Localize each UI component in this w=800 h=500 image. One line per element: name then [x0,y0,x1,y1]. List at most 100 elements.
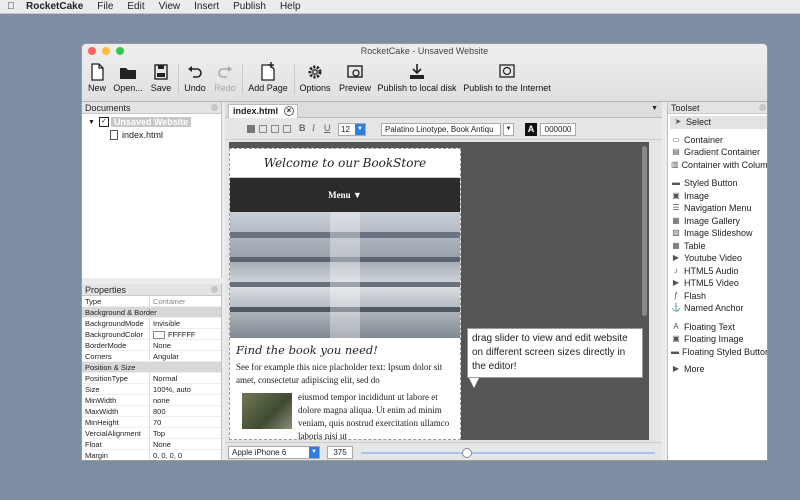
toolset-item-image-slideshow[interactable]: ▧ Image Slideshow [668,227,767,240]
slider-thumb[interactable] [461,448,472,458]
menu-insert[interactable]: Insert [187,1,226,12]
open-button[interactable]: Open... [113,61,143,99]
tab-menu-icon[interactable]: ▼ [651,105,658,112]
toolset-item-navigation-menu[interactable]: ☰ Navigation Menu [668,202,767,215]
menu-help[interactable]: Help [273,1,308,12]
align-left-icon[interactable] [247,125,255,133]
menu-edit[interactable]: Edit [120,1,151,12]
property-row[interactable]: Corners Angular [82,351,221,362]
property-row[interactable]: Size 100%, auto [82,384,221,395]
toolset-item-floating-text[interactable]: A Floating Text [668,321,767,334]
menu-app-name[interactable]: RocketCake [22,1,90,12]
toolset-item-table[interactable]: ▦ Table [668,240,767,253]
canvas-scrollbar[interactable] [642,146,647,316]
close-panel-icon[interactable] [211,104,218,111]
toolset-item-image-gallery[interactable]: ▦ Image Gallery [668,215,767,228]
toolset-more[interactable]: ▶ More [668,363,767,376]
font-size-select[interactable]: 12 ▼ [338,123,366,136]
font-family-select[interactable]: Palatino Linotype, Book Antiqu [381,123,501,136]
design-canvas[interactable]: Welcome to our BookStore Menu ▼ Find the… [229,142,649,440]
toolset-item-named-anchor[interactable]: ⚓ Named Anchor [668,302,767,315]
color-hex-input[interactable]: 000000 [540,123,576,136]
save-button[interactable]: Save [148,61,174,99]
width-slider[interactable] [361,448,655,458]
toolset-item-floating-styled-button[interactable]: ▬ Floating Styled Button [668,346,767,359]
property-row[interactable]: MaxWidth 800 [82,406,221,417]
tab-index-html[interactable]: index.html × [228,104,298,118]
zoom-window-button[interactable] [116,47,124,55]
property-value[interactable]: Top [150,428,165,438]
property-row[interactable]: PositionType Normal [82,373,221,384]
property-value[interactable]: FFFFFF [150,329,196,340]
device-select[interactable]: Apple iPhone 6 ▼ [228,446,320,459]
toolset-item-youtube-video[interactable]: ▶ Youtube Video [668,252,767,265]
toolset-item-image[interactable]: ▣ Image [668,190,767,203]
bold-button[interactable]: B [299,123,306,133]
toolset-item-container[interactable]: ▭ Container [668,134,767,147]
page-nav-menu[interactable]: Menu ▼ [230,178,460,212]
redo-button[interactable]: Redo [212,61,238,99]
menu-file[interactable]: File [90,1,120,12]
property-row[interactable]: Margin 0, 0, 0, 0 [82,450,221,460]
library-photo[interactable] [230,212,460,338]
minimize-window-button[interactable] [102,47,110,55]
find-book-title[interactable]: Find the book you need! [236,343,454,357]
toolset-item-floating-image[interactable]: ▣ Floating Image [668,333,767,346]
property-row[interactable]: VercialAlignment Top [82,428,221,439]
tree-item-index[interactable]: index.html [110,130,163,140]
toolset-item-flash[interactable]: ƒ Flash [668,290,767,303]
property-value[interactable]: 800 [150,406,166,416]
publish-local-button[interactable]: Publish to local disk [376,61,458,99]
close-panel-icon[interactable] [211,286,218,293]
close-panel-icon[interactable] [759,104,766,111]
preview-button[interactable]: Preview [338,61,372,99]
property-row[interactable]: BackgroundMode Invisible [82,318,221,329]
color-swatch[interactable] [153,331,165,340]
property-row[interactable]: BorderMode None [82,340,221,351]
new-button[interactable]: New [86,61,108,99]
undo-button[interactable]: Undo [182,61,208,99]
close-window-button[interactable] [88,47,96,55]
property-row[interactable]: Float None [82,439,221,450]
page-preview[interactable]: Welcome to our BookStore Menu ▼ Find the… [229,148,461,440]
property-row[interactable]: BackgroundColor FFFFFF [82,329,221,340]
menu-publish[interactable]: Publish [226,1,273,12]
page-heading[interactable]: Welcome to our BookStore [230,149,460,178]
toolset-select[interactable]: ➤ Select [670,116,767,129]
book-thumbnail[interactable] [242,393,292,429]
toolset-item-html5-video[interactable]: ▶ HTML5 Video [668,277,767,290]
property-value[interactable]: Invisible [150,318,180,328]
body-paragraph[interactable]: eiusmod tempor incididunt ut labore et d… [298,391,454,439]
italic-button[interactable]: I [312,123,315,133]
intro-paragraph[interactable]: See for example this nice placholder tex… [236,361,454,387]
justify-icon[interactable] [283,125,291,133]
property-value[interactable]: None [150,340,171,350]
property-row[interactable]: MinWidth none [82,395,221,406]
property-value[interactable]: 70 [150,417,161,427]
text-color-button[interactable]: A [525,123,537,136]
menu-view[interactable]: View [152,1,188,12]
toolset-item-html5-audio[interactable]: ♪ HTML5 Audio [668,265,767,278]
align-right-icon[interactable] [271,125,279,133]
property-value[interactable]: Normal [150,373,177,383]
options-button[interactable]: Options [298,61,332,99]
toolset-item-styled-button[interactable]: ▬ Styled Button [668,177,767,190]
tree-item-website[interactable]: ▼ ✓ Unsaved Website [88,117,192,127]
align-center-icon[interactable] [259,125,267,133]
underline-button[interactable]: U [324,123,331,133]
apple-icon[interactable]:  [0,1,22,12]
property-value[interactable]: None [150,439,171,449]
add-page-button[interactable]: Add Page [246,61,290,99]
close-tab-icon[interactable]: × [284,106,294,116]
property-value[interactable]: 0, 0, 0, 0 [150,450,182,460]
toolset-item-container-with-column[interactable]: ▥ Container with Column [668,159,767,172]
width-input[interactable]: 375 [327,446,353,459]
toolset-item-gradient-container[interactable]: ▤ Gradient Container [668,146,767,159]
disclosure-triangle-icon[interactable]: ▼ [88,119,95,126]
property-value[interactable]: none [150,395,170,405]
chevron-down-icon[interactable]: ▼ [503,123,514,136]
property-row[interactable]: MinHeight 70 [82,417,221,428]
publish-internet-button[interactable]: Publish to the Internet [462,61,552,99]
property-value[interactable]: Angular [150,351,179,361]
property-value[interactable]: 100%, auto [150,384,191,394]
